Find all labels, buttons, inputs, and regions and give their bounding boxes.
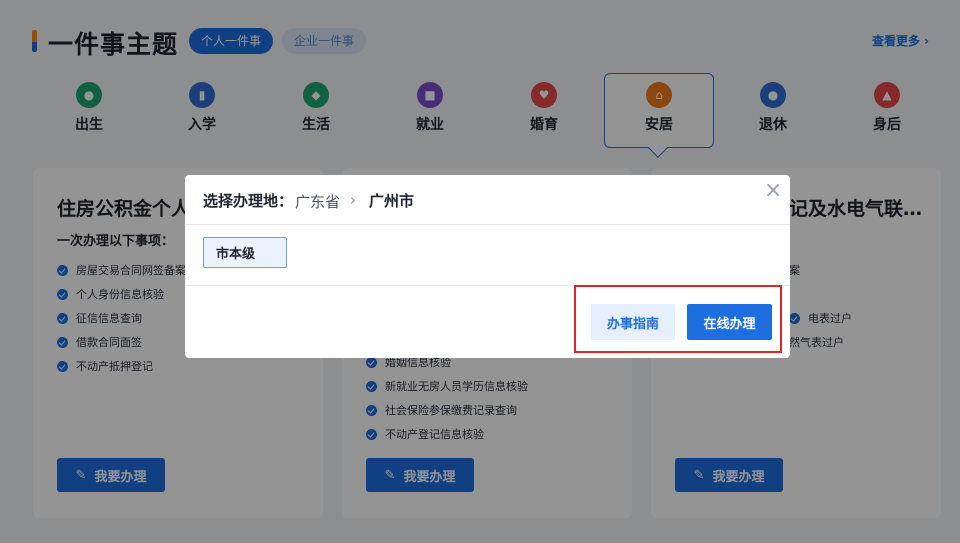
breadcrumb-city[interactable]: 广州市 xyxy=(369,190,414,211)
online-apply-button[interactable]: 在线办理 xyxy=(687,304,772,340)
breadcrumb-province[interactable]: 广东省 xyxy=(295,191,340,212)
service-guide-button[interactable]: 办事指南 xyxy=(591,304,675,340)
dialog-title: 选择办理地： xyxy=(203,192,294,210)
admin-level-option[interactable]: 市本级 xyxy=(203,237,287,268)
dialog-header: 选择办理地： 广东省 › 广州市 × xyxy=(185,175,790,225)
location-select-dialog: 选择办理地： 广东省 › 广州市 × 市本级 办事指南 在线办理 xyxy=(185,175,790,358)
close-icon[interactable]: × xyxy=(764,180,782,202)
breadcrumb-chevron-icon: › xyxy=(350,191,356,209)
